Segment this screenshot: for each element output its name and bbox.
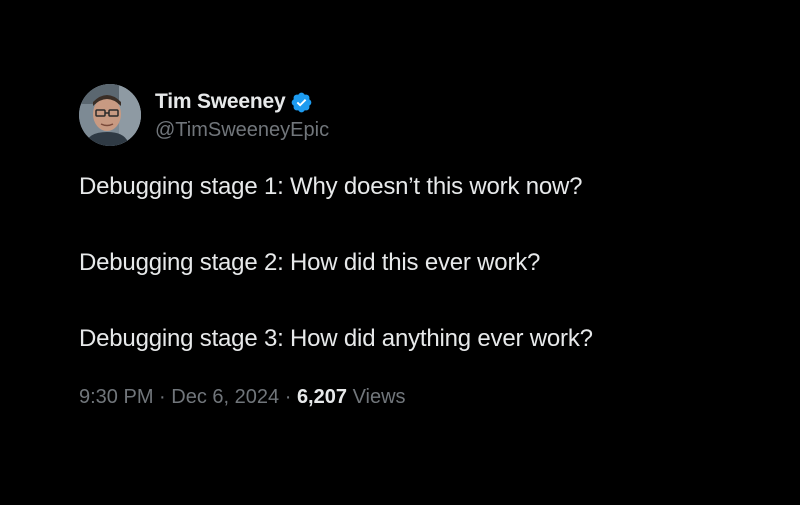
tweet-meta: 9:30 PM · Dec 6, 2024 · 6,207 Views bbox=[79, 386, 759, 409]
tweet: Tim Sweeney @TimSweeneyEpic Debugging st… bbox=[79, 84, 759, 409]
tweet-text: Debugging stage 1: Why doesn’t this work… bbox=[79, 172, 759, 354]
views-label: Views bbox=[352, 386, 406, 408]
avatar[interactable] bbox=[79, 84, 141, 146]
tweet-date[interactable]: Dec 6, 2024 bbox=[171, 386, 279, 408]
verified-badge-icon[interactable] bbox=[290, 91, 313, 114]
author-names: Tim Sweeney @TimSweeneyEpic bbox=[155, 88, 329, 142]
meta-separator: · bbox=[159, 386, 166, 408]
author-handle[interactable]: @TimSweeneyEpic bbox=[155, 119, 329, 142]
tweet-header: Tim Sweeney @TimSweeneyEpic bbox=[79, 84, 759, 146]
author-display-name[interactable]: Tim Sweeney bbox=[155, 90, 286, 114]
tweet-line-1: Debugging stage 1: Why doesn’t this work… bbox=[79, 173, 583, 200]
tweet-line-2: Debugging stage 2: How did this ever wor… bbox=[79, 249, 541, 276]
views-count[interactable]: 6,207 bbox=[297, 386, 347, 408]
name-row: Tim Sweeney bbox=[155, 88, 329, 116]
tweet-time[interactable]: 9:30 PM bbox=[79, 386, 153, 408]
meta-separator: · bbox=[284, 386, 292, 408]
avatar-portrait-icon bbox=[79, 84, 141, 146]
tweet-line-3: Debugging stage 3: How did anything ever… bbox=[79, 325, 593, 352]
